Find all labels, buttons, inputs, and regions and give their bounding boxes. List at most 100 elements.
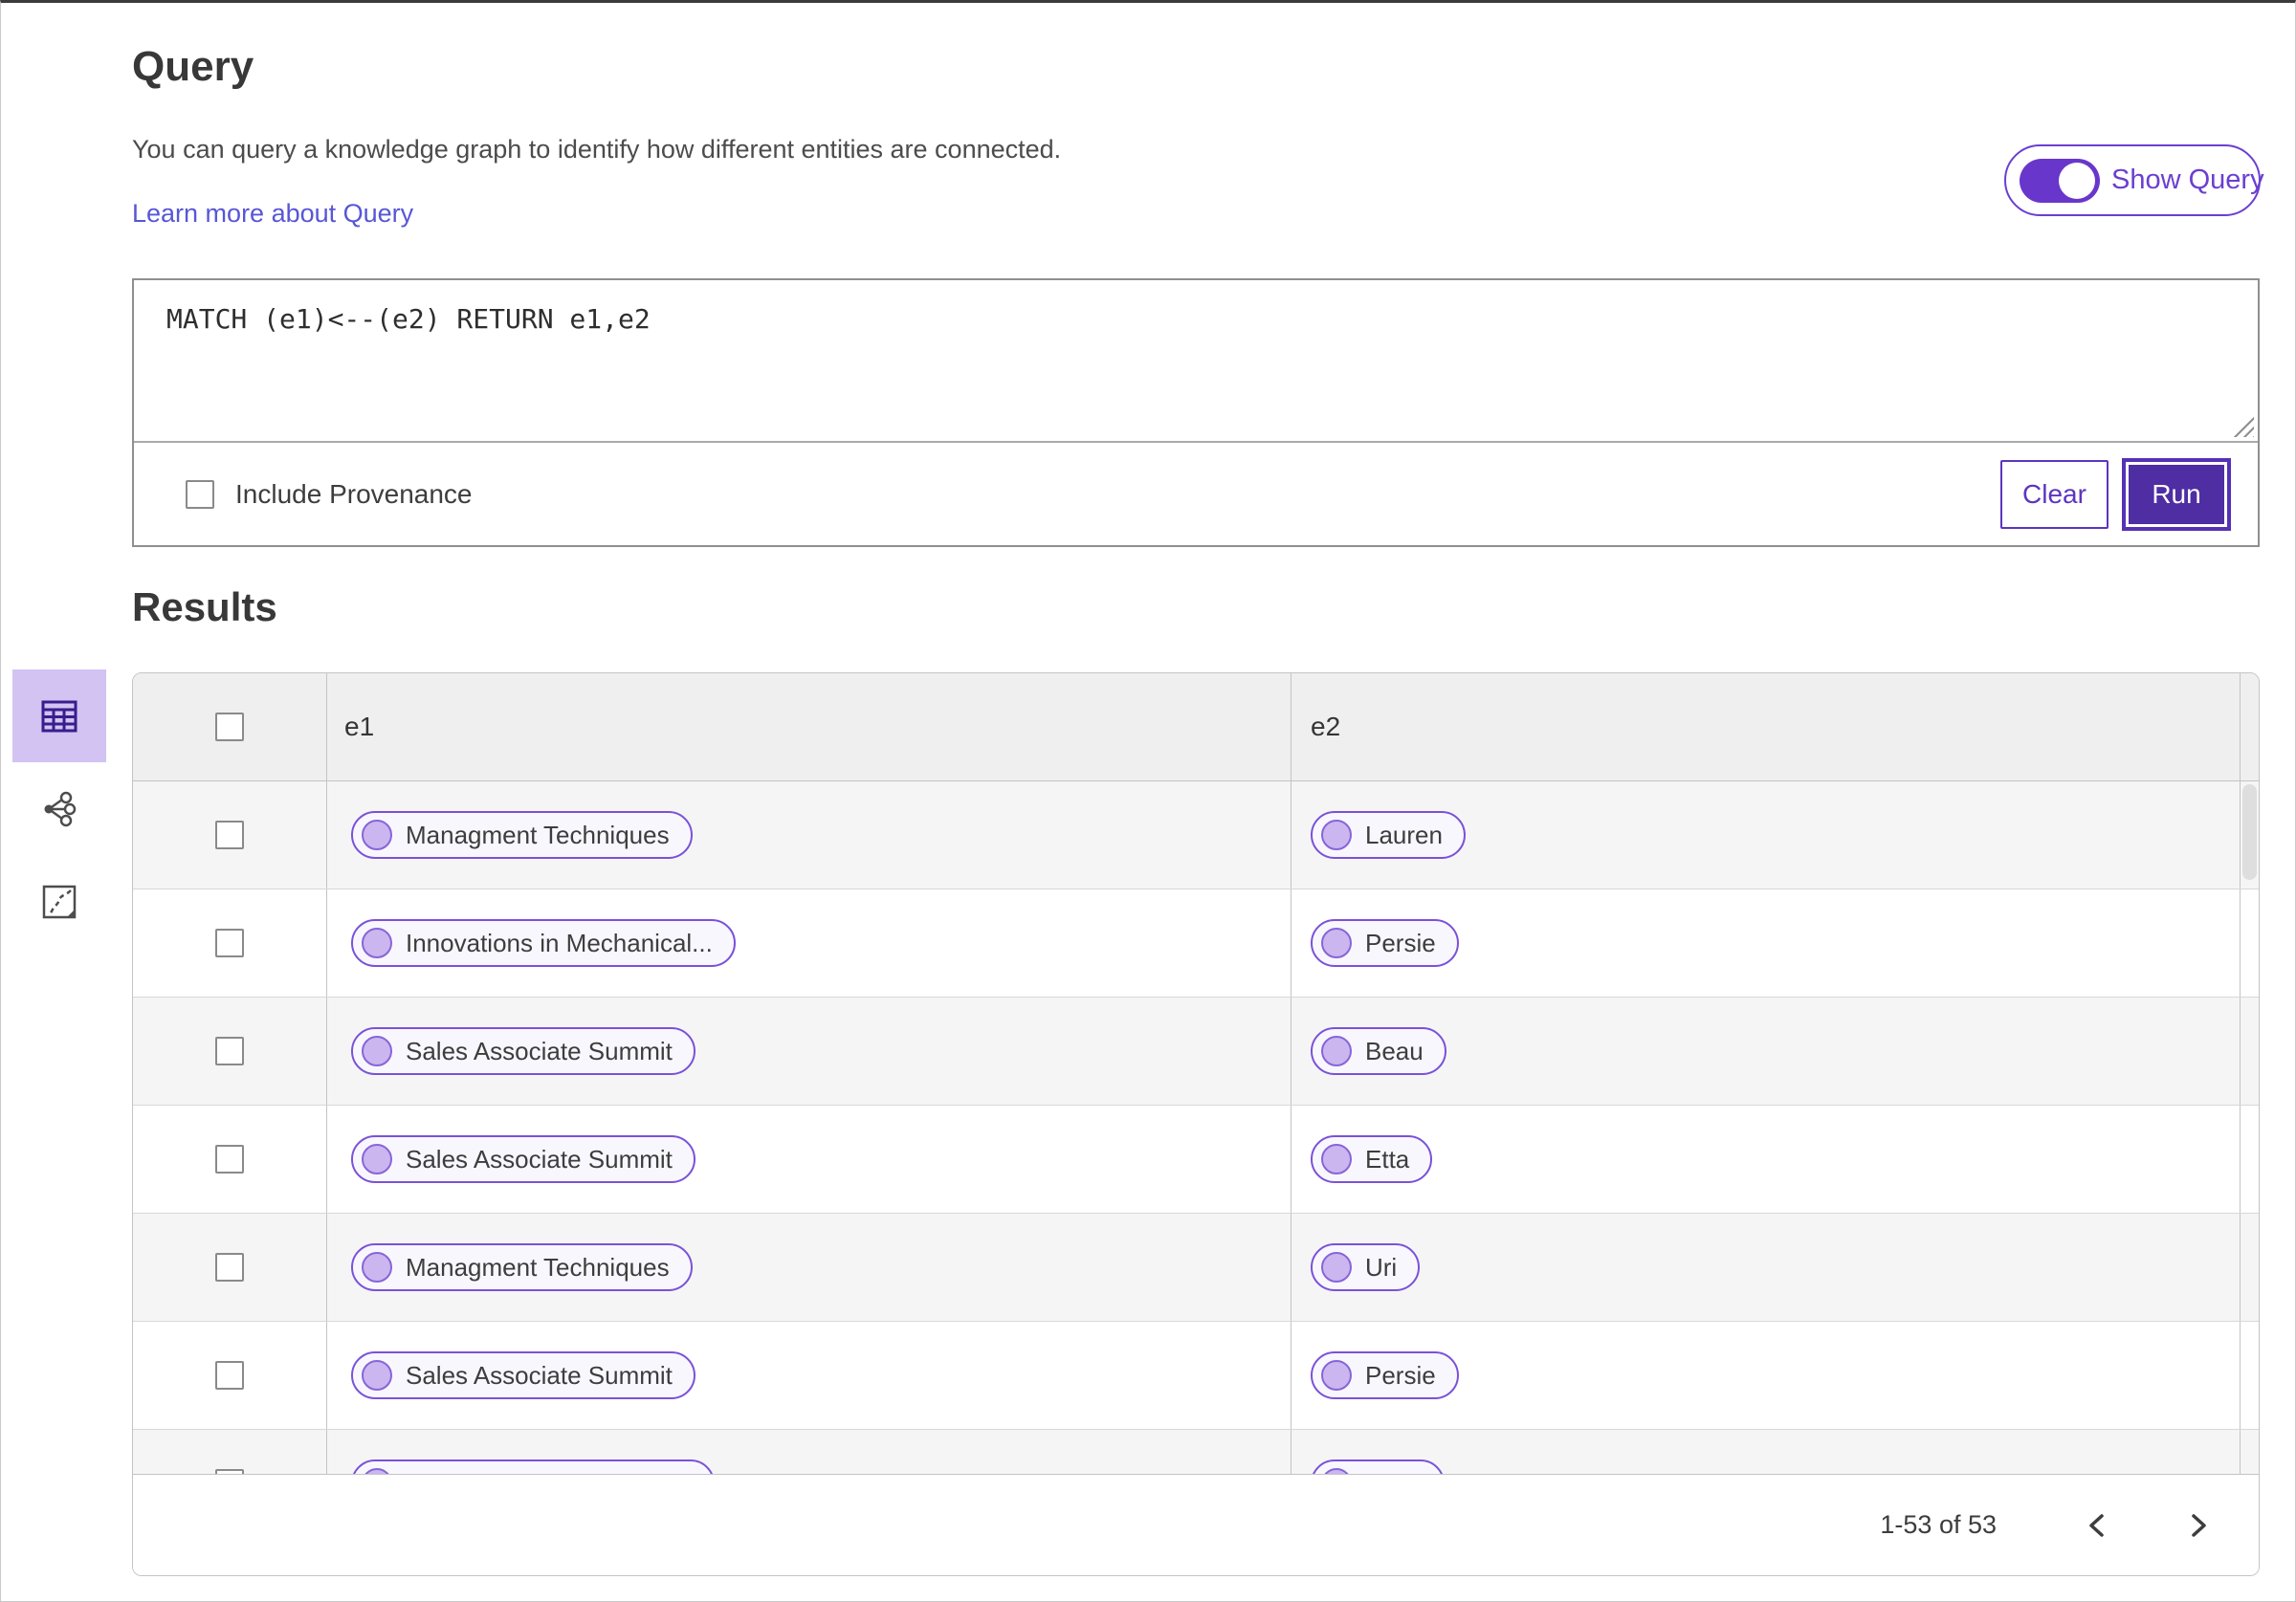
- query-input[interactable]: MATCH (e1)<--(e2) RETURN e1,e2: [134, 280, 2258, 441]
- row-e2-cell: Persie: [1292, 889, 2240, 997]
- table-row: Managment Techniques Lauren: [133, 781, 2259, 889]
- query-panel: MATCH (e1)<--(e2) RETURN e1,e2 Include P…: [132, 278, 2260, 547]
- row-checkbox-cell: [133, 1214, 327, 1321]
- results-table: e1 e2 Managment Techniques Lauren Innova…: [132, 672, 2260, 1576]
- row-checkbox-cell: [133, 1106, 327, 1213]
- pagination-next-button[interactable]: [2176, 1502, 2220, 1549]
- header-e2-cell: e2: [1292, 673, 2240, 780]
- e2-entity-pill[interactable]: Persie: [1311, 919, 1459, 967]
- entity-node-icon: [362, 1468, 392, 1474]
- table-row: Sales Associate Summit Beau: [133, 998, 2259, 1106]
- row-e1-cell: Innovations in Mechanical...: [327, 889, 1292, 997]
- query-panel-footer: Include Provenance Clear Run: [134, 443, 2258, 545]
- e1-entity-pill[interactable]: Sales Associate Summit: [351, 1351, 695, 1399]
- table-view-icon: [41, 700, 77, 732]
- results-view-switcher: [12, 669, 106, 948]
- table-view-button[interactable]: [12, 669, 106, 762]
- e2-entity-pill[interactable]: Uri: [1311, 1243, 1421, 1291]
- entity-label: Sales Associate Summit: [406, 1036, 673, 1065]
- query-description: You can query a knowledge graph to ident…: [132, 135, 1062, 164]
- entity-label: Innovations in Mechanical: [406, 1469, 692, 1475]
- row-checkbox[interactable]: [215, 1145, 244, 1174]
- entity-node-icon: [362, 1036, 392, 1066]
- entity-label: Beau: [1365, 1036, 1424, 1065]
- table-row: Innovations in Mechanical... Persie: [133, 889, 2259, 998]
- row-scrollbar-gutter: [2240, 1322, 2259, 1429]
- row-scrollbar-gutter: [2240, 1106, 2259, 1213]
- toggle-knob: [2059, 162, 2095, 199]
- row-checkbox[interactable]: [215, 1361, 244, 1390]
- results-title: Results: [132, 584, 277, 629]
- e2-entity-pill[interactable]: Beau: [1311, 1027, 1446, 1075]
- query-page: Query You can query a knowledge graph to…: [0, 0, 2296, 1602]
- chart-view-icon: [42, 885, 77, 918]
- table-row: Innovations in Mechanical Larry: [133, 1430, 2259, 1474]
- entity-node-icon: [362, 1252, 392, 1283]
- row-e1-cell: Managment Techniques: [327, 781, 1292, 889]
- e1-entity-pill[interactable]: Innovations in Mechanical...: [351, 919, 736, 967]
- network-view-icon: [44, 791, 77, 826]
- row-e2-cell: Uri: [1292, 1214, 2240, 1321]
- row-checkbox[interactable]: [215, 1469, 244, 1474]
- run-button[interactable]: Run: [2129, 464, 2224, 524]
- entity-label: Innovations in Mechanical...: [406, 928, 713, 957]
- row-e1-cell: Sales Associate Summit: [327, 998, 1292, 1105]
- entity-label: Sales Associate Summit: [406, 1144, 673, 1174]
- row-e1-cell: Sales Associate Summit: [327, 1322, 1292, 1429]
- table-body: Managment Techniques Lauren Innovations …: [133, 781, 2259, 1474]
- row-checkbox[interactable]: [215, 1253, 244, 1282]
- include-provenance-label: Include Provenance: [235, 478, 473, 509]
- include-provenance-checkbox[interactable]: [186, 479, 214, 509]
- entity-label: Larry: [1365, 1469, 1422, 1475]
- entity-node-icon: [1321, 820, 1352, 850]
- row-checkbox[interactable]: [215, 929, 244, 957]
- column-header-e1: e1: [344, 712, 375, 741]
- row-e2-cell: Larry: [1292, 1430, 2240, 1474]
- e1-entity-pill[interactable]: Managment Techniques: [351, 811, 693, 859]
- entity-node-icon: [1321, 1144, 1352, 1174]
- e2-entity-pill[interactable]: Persie: [1311, 1351, 1459, 1399]
- row-checkbox-cell: [133, 781, 327, 889]
- e2-entity-pill[interactable]: Etta: [1311, 1135, 1433, 1183]
- learn-more-link[interactable]: Learn more about Query: [132, 199, 413, 229]
- e1-entity-pill[interactable]: Sales Associate Summit: [351, 1027, 695, 1075]
- chevron-left-icon: [2089, 1513, 2104, 1537]
- vertical-scrollbar-thumb[interactable]: [2242, 784, 2257, 880]
- entity-node-icon: [362, 928, 392, 958]
- header-e1-cell: e1: [327, 673, 1292, 780]
- chevron-right-icon: [2192, 1513, 2206, 1537]
- e1-entity-pill[interactable]: Innovations in Mechanical: [351, 1459, 716, 1475]
- row-e2-cell: Beau: [1292, 998, 2240, 1105]
- toggle-on-icon[interactable]: [2020, 158, 2100, 203]
- row-checkbox-cell: [133, 889, 327, 997]
- row-scrollbar-gutter: [2240, 889, 2259, 997]
- entity-node-icon: [362, 820, 392, 850]
- run-button-focus-ring: Run: [2122, 457, 2231, 531]
- network-view-button[interactable]: [12, 762, 106, 855]
- chart-view-button[interactable]: [12, 855, 106, 948]
- table-pagination-bar: 1-53 of 53: [133, 1474, 2259, 1575]
- table-row: Sales Associate Summit Etta: [133, 1106, 2259, 1214]
- e1-entity-pill[interactable]: Managment Techniques: [351, 1243, 693, 1291]
- entity-node-icon: [1321, 1252, 1352, 1283]
- entity-node-icon: [1321, 1468, 1352, 1474]
- row-e1-cell: Sales Associate Summit: [327, 1106, 1292, 1213]
- select-all-checkbox[interactable]: [215, 713, 244, 741]
- pagination-prev-button[interactable]: [2075, 1502, 2119, 1549]
- entity-node-icon: [1321, 1036, 1352, 1066]
- header-checkbox-cell: [133, 673, 327, 780]
- row-checkbox-cell: [133, 1322, 327, 1429]
- e2-entity-pill[interactable]: Larry: [1311, 1459, 1446, 1475]
- entity-label: Persie: [1365, 1360, 1436, 1390]
- entity-label: Managment Techniques: [406, 1252, 670, 1282]
- entity-label: Persie: [1365, 928, 1436, 957]
- row-checkbox[interactable]: [215, 821, 244, 849]
- e1-entity-pill[interactable]: Sales Associate Summit: [351, 1135, 695, 1183]
- clear-button[interactable]: Clear: [2000, 459, 2108, 529]
- show-query-toggle-button[interactable]: Show Query: [2004, 144, 2264, 216]
- row-checkbox[interactable]: [215, 1037, 244, 1065]
- e2-entity-pill[interactable]: Lauren: [1311, 811, 1466, 859]
- entity-node-icon: [1321, 928, 1352, 958]
- row-checkbox-cell: [133, 998, 327, 1105]
- entity-node-icon: [362, 1360, 392, 1391]
